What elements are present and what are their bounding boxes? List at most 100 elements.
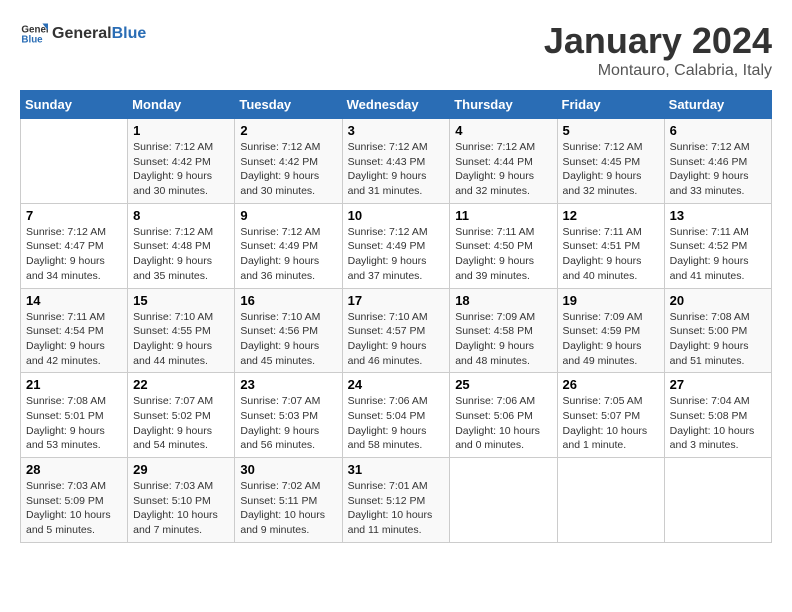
day-number: 14 [26, 293, 122, 308]
calendar-cell: 8 Sunrise: 7:12 AMSunset: 4:48 PMDaylight… [128, 203, 235, 288]
col-header-sunday: Sunday [21, 91, 128, 119]
day-info: Sunrise: 7:06 AMSunset: 5:06 PMDaylight:… [455, 394, 551, 453]
day-number: 16 [240, 293, 336, 308]
calendar-cell: 18 Sunrise: 7:09 AMSunset: 4:58 PMDayligh… [450, 288, 557, 373]
day-info: Sunrise: 7:07 AMSunset: 5:03 PMDaylight:… [240, 394, 336, 453]
day-number: 25 [455, 377, 551, 392]
day-number: 18 [455, 293, 551, 308]
calendar-cell: 28Sunrise: 7:03 AMSunset: 5:09 PMDayligh… [21, 458, 128, 543]
calendar-cell: 15Sunrise: 7:10 AMSunset: 4:55 PMDayligh… [128, 288, 235, 373]
calendar-cell: 21Sunrise: 7:08 AMSunset: 5:01 PMDayligh… [21, 373, 128, 458]
calendar-cell [450, 458, 557, 543]
day-number: 13 [670, 208, 766, 223]
day-info: Sunrise: 7:09 AMSunset: 4:59 PMDaylight:… [563, 310, 659, 369]
calendar-cell: 14 Sunrise: 7:11 AMSunset: 4:54 PMDayligh… [21, 288, 128, 373]
col-header-wednesday: Wednesday [342, 91, 450, 119]
day-number: 23 [240, 377, 336, 392]
calendar-cell: 31 Sunrise: 7:01 AMSunset: 5:12 PMDayligh… [342, 458, 450, 543]
calendar-cell: 27 Sunrise: 7:04 AMSunset: 5:08 PMDayligh… [664, 373, 771, 458]
col-header-friday: Friday [557, 91, 664, 119]
col-header-thursday: Thursday [450, 91, 557, 119]
day-info: Sunrise: 7:12 AMSunset: 4:49 PMDaylight:… [240, 225, 336, 284]
day-number: 5 [563, 123, 659, 138]
day-info: Sunrise: 7:12 AMSunset: 4:42 PMDaylight:… [240, 140, 336, 199]
day-number: 27 [670, 377, 766, 392]
logo-icon: General Blue [20, 20, 48, 48]
day-number: 8 [133, 208, 229, 223]
day-info: Sunrise: 7:03 AMSunset: 5:09 PMDaylight:… [26, 479, 122, 538]
location-title: Montauro, Calabria, Italy [544, 62, 772, 80]
day-info: Sunrise: 7:11 AMSunset: 4:50 PMDaylight:… [455, 225, 551, 284]
day-info: Sunrise: 7:06 AMSunset: 5:04 PMDaylight:… [348, 394, 445, 453]
calendar-cell: 16 Sunrise: 7:10 AMSunset: 4:56 PMDayligh… [235, 288, 342, 373]
calendar-cell: 4Sunrise: 7:12 AMSunset: 4:44 PMDaylight… [450, 119, 557, 204]
day-number: 10 [348, 208, 445, 223]
day-info: Sunrise: 7:11 AMSunset: 4:54 PMDaylight:… [26, 310, 122, 369]
day-number: 1 [133, 123, 229, 138]
calendar-cell: 30 Sunrise: 7:02 AMSunset: 5:11 PMDayligh… [235, 458, 342, 543]
logo: General Blue GeneralBlue [20, 20, 146, 48]
day-info: Sunrise: 7:12 AMSunset: 4:44 PMDaylight:… [455, 140, 551, 199]
calendar-cell: 23 Sunrise: 7:07 AMSunset: 5:03 PMDayligh… [235, 373, 342, 458]
day-info: Sunrise: 7:02 AMSunset: 5:11 PMDaylight:… [240, 479, 336, 538]
calendar-cell: 17Sunrise: 7:10 AMSunset: 4:57 PMDayligh… [342, 288, 450, 373]
day-number: 12 [563, 208, 659, 223]
day-info: Sunrise: 7:08 AMSunset: 5:00 PMDaylight:… [670, 310, 766, 369]
day-number: 2 [240, 123, 336, 138]
day-info: Sunrise: 7:08 AMSunset: 5:01 PMDaylight:… [26, 394, 122, 453]
calendar-cell: 7Sunrise: 7:12 AMSunset: 4:47 PMDaylight… [21, 203, 128, 288]
calendar-cell: 11 Sunrise: 7:11 AMSunset: 4:50 PMDayligh… [450, 203, 557, 288]
day-number: 24 [348, 377, 445, 392]
day-info: Sunrise: 7:12 AMSunset: 4:48 PMDaylight:… [133, 225, 229, 284]
calendar-cell: 19Sunrise: 7:09 AMSunset: 4:59 PMDayligh… [557, 288, 664, 373]
logo-text-blue: Blue [112, 25, 147, 42]
logo-text-general: General [52, 25, 112, 42]
calendar-cell: 29 Sunrise: 7:03 AMSunset: 5:10 PMDayligh… [128, 458, 235, 543]
day-info: Sunrise: 7:10 AMSunset: 4:56 PMDaylight:… [240, 310, 336, 369]
day-info: Sunrise: 7:09 AMSunset: 4:58 PMDaylight:… [455, 310, 551, 369]
calendar-cell: 26 Sunrise: 7:05 AMSunset: 5:07 PMDayligh… [557, 373, 664, 458]
day-number: 22 [133, 377, 229, 392]
day-number: 9 [240, 208, 336, 223]
calendar-cell: 12 Sunrise: 7:11 AMSunset: 4:51 PMDayligh… [557, 203, 664, 288]
calendar-cell: 24 Sunrise: 7:06 AMSunset: 5:04 PMDayligh… [342, 373, 450, 458]
day-info: Sunrise: 7:11 AMSunset: 4:52 PMDaylight:… [670, 225, 766, 284]
day-number: 31 [348, 462, 445, 477]
day-info: Sunrise: 7:11 AMSunset: 4:51 PMDaylight:… [563, 225, 659, 284]
day-info: Sunrise: 7:12 AMSunset: 4:47 PMDaylight:… [26, 225, 122, 284]
day-number: 30 [240, 462, 336, 477]
calendar-cell: 9 Sunrise: 7:12 AMSunset: 4:49 PMDaylight… [235, 203, 342, 288]
header: General Blue GeneralBlue January 2024 Mo… [20, 20, 772, 80]
calendar-cell: 22Sunrise: 7:07 AMSunset: 5:02 PMDayligh… [128, 373, 235, 458]
day-number: 11 [455, 208, 551, 223]
day-info: Sunrise: 7:05 AMSunset: 5:07 PMDaylight:… [563, 394, 659, 453]
day-info: Sunrise: 7:12 AMSunset: 4:49 PMDaylight:… [348, 225, 445, 284]
calendar-table: SundayMondayTuesdayWednesdayThursdayFrid… [20, 90, 772, 543]
day-number: 29 [133, 462, 229, 477]
day-info: Sunrise: 7:10 AMSunset: 4:57 PMDaylight:… [348, 310, 445, 369]
calendar-cell [557, 458, 664, 543]
day-info: Sunrise: 7:12 AMSunset: 4:42 PMDaylight:… [133, 140, 229, 199]
calendar-cell [21, 119, 128, 204]
day-info: Sunrise: 7:01 AMSunset: 5:12 PMDaylight:… [348, 479, 445, 538]
col-header-saturday: Saturday [664, 91, 771, 119]
day-number: 3 [348, 123, 445, 138]
day-info: Sunrise: 7:03 AMSunset: 5:10 PMDaylight:… [133, 479, 229, 538]
calendar-cell: 6Sunrise: 7:12 AMSunset: 4:46 PMDaylight… [664, 119, 771, 204]
day-info: Sunrise: 7:12 AMSunset: 4:45 PMDaylight:… [563, 140, 659, 199]
day-info: Sunrise: 7:12 AMSunset: 4:43 PMDaylight:… [348, 140, 445, 199]
calendar-cell: 1 Sunrise: 7:12 AMSunset: 4:42 PMDaylight… [128, 119, 235, 204]
day-info: Sunrise: 7:10 AMSunset: 4:55 PMDaylight:… [133, 310, 229, 369]
svg-text:Blue: Blue [21, 34, 43, 45]
calendar-cell: 13 Sunrise: 7:11 AMSunset: 4:52 PMDayligh… [664, 203, 771, 288]
calendar-cell: 2 Sunrise: 7:12 AMSunset: 4:42 PMDaylight… [235, 119, 342, 204]
calendar-cell: 20Sunrise: 7:08 AMSunset: 5:00 PMDayligh… [664, 288, 771, 373]
calendar-cell [664, 458, 771, 543]
calendar-cell: 3 Sunrise: 7:12 AMSunset: 4:43 PMDaylight… [342, 119, 450, 204]
day-number: 6 [670, 123, 766, 138]
calendar-cell: 25 Sunrise: 7:06 AMSunset: 5:06 PMDayligh… [450, 373, 557, 458]
calendar-cell: 10 Sunrise: 7:12 AMSunset: 4:49 PMDayligh… [342, 203, 450, 288]
day-info: Sunrise: 7:04 AMSunset: 5:08 PMDaylight:… [670, 394, 766, 453]
col-header-tuesday: Tuesday [235, 91, 342, 119]
day-number: 26 [563, 377, 659, 392]
